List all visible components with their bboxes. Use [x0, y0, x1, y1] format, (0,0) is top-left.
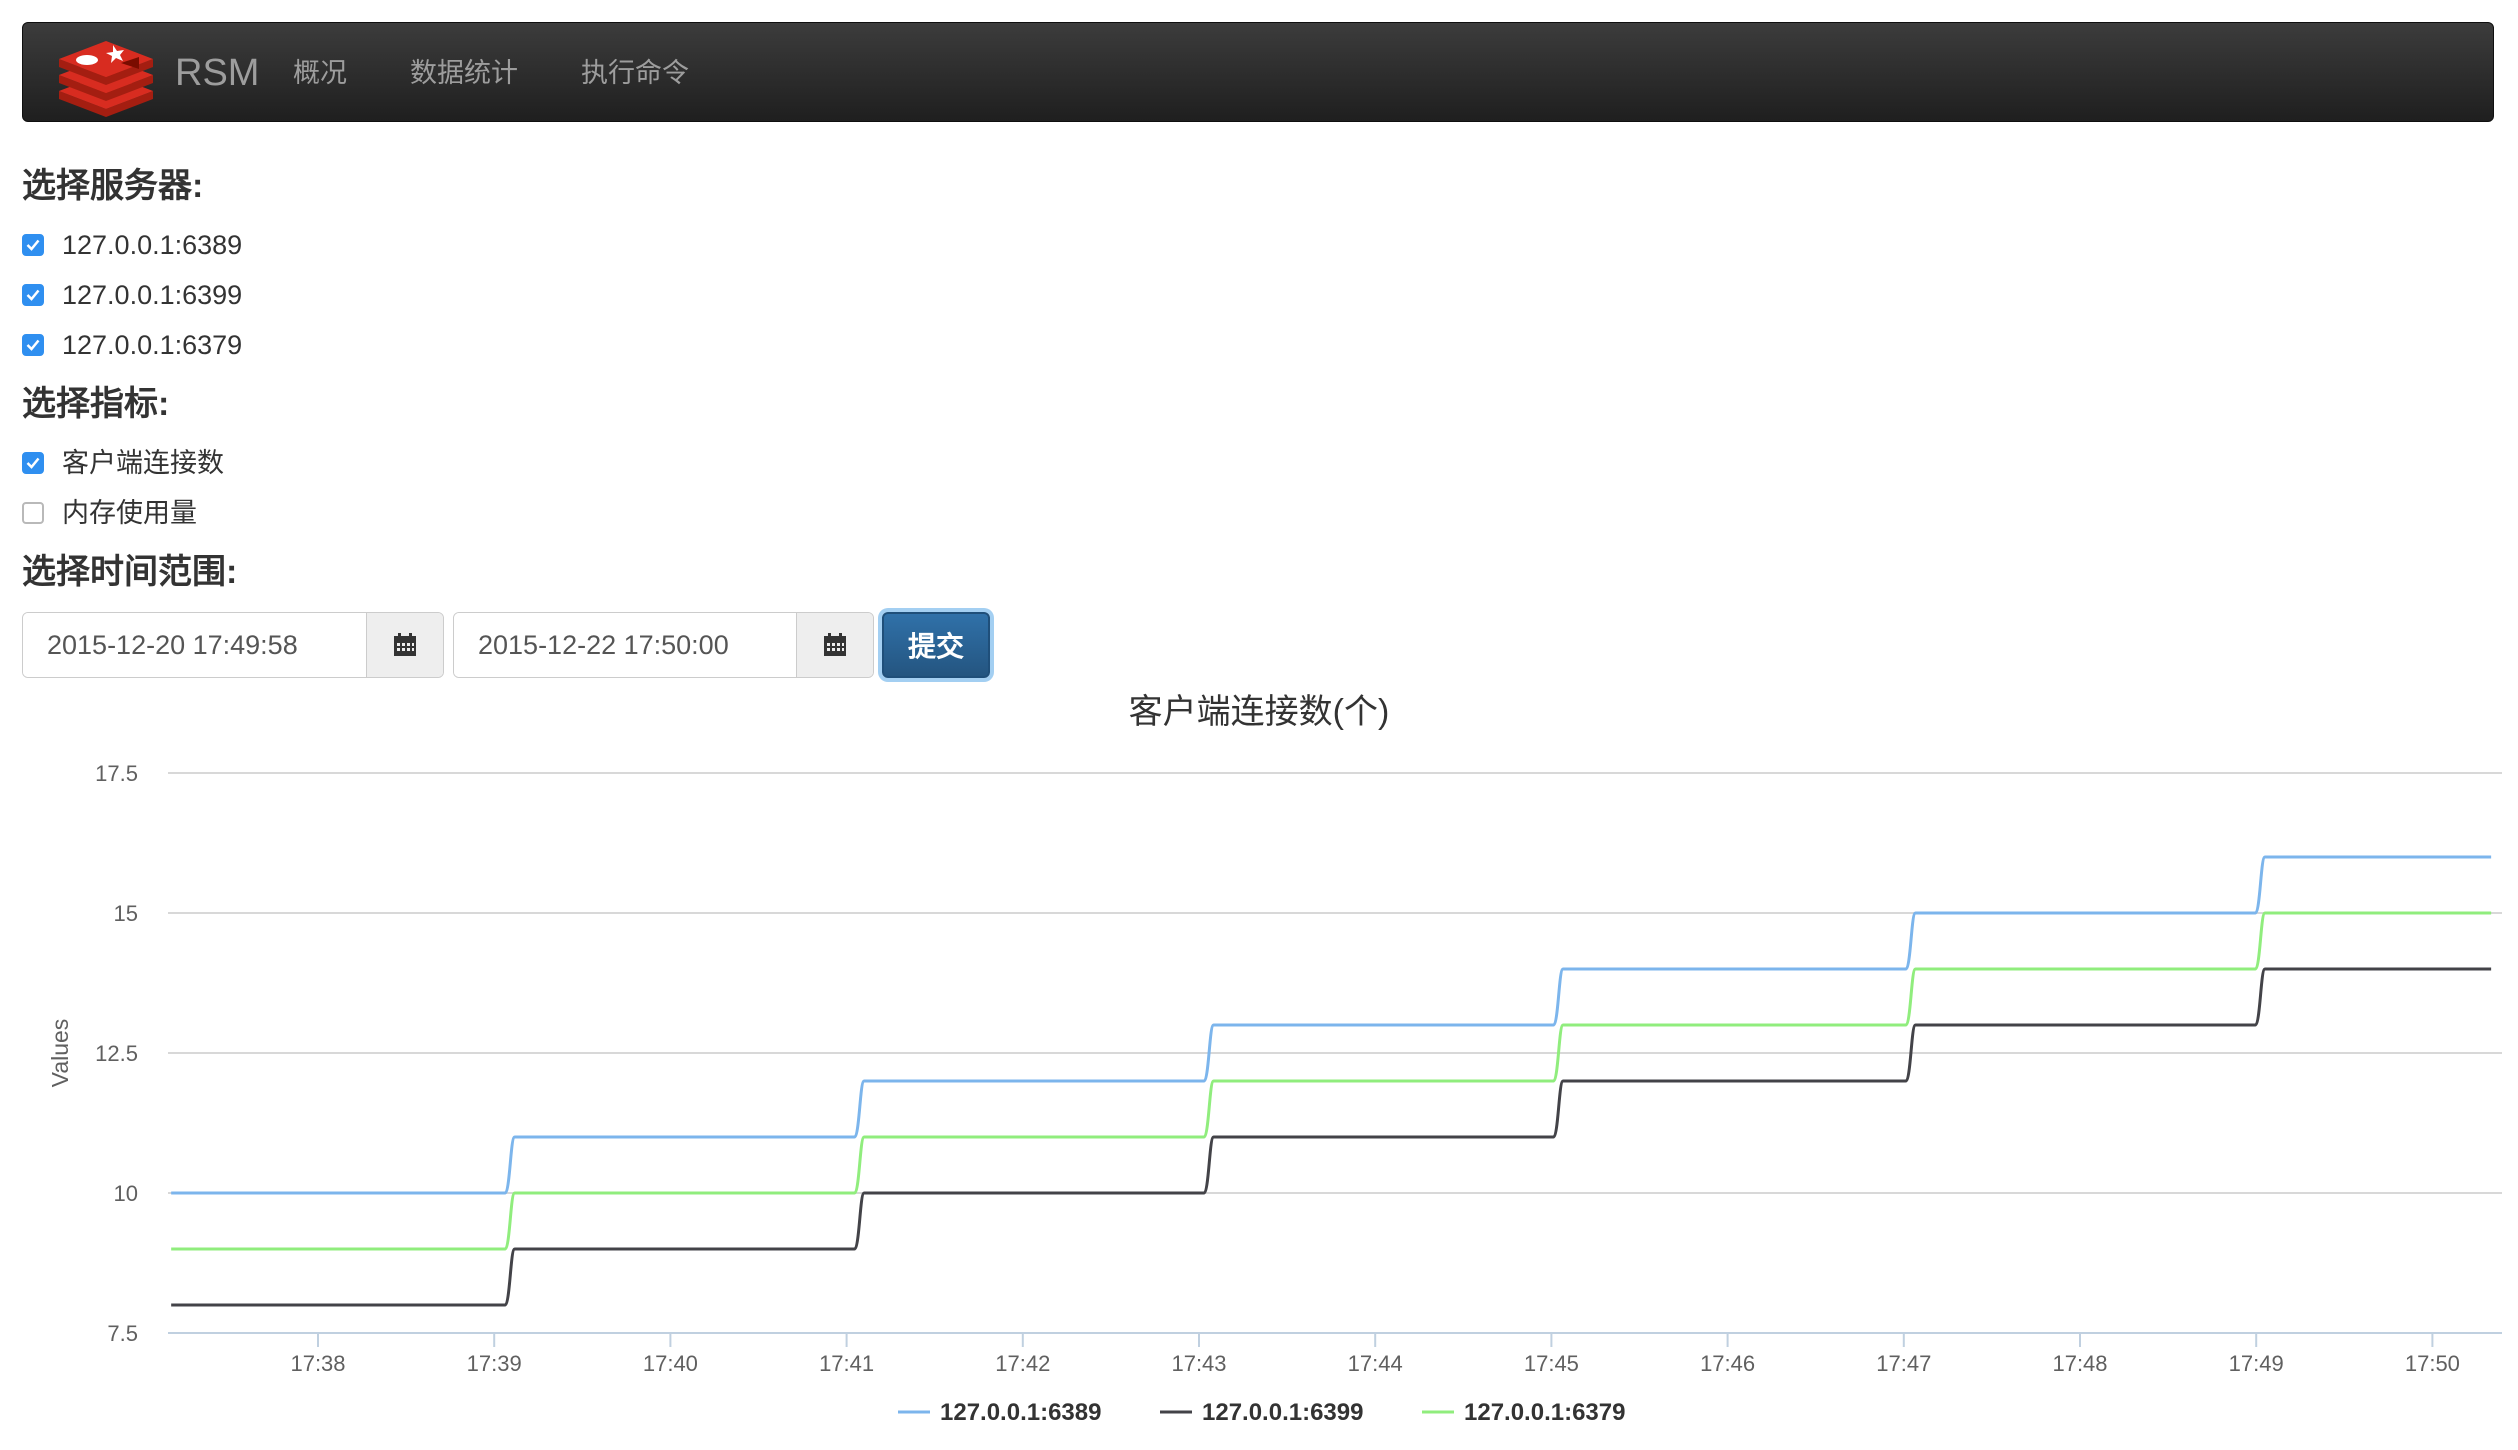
- brand-name[interactable]: RSM: [175, 51, 259, 95]
- x-tick-label: 17:38: [290, 1351, 345, 1376]
- server-label: 127.0.0.1:6389: [62, 230, 243, 260]
- server-option[interactable]: 127.0.0.1:6399: [22, 277, 242, 313]
- legend-label: 127.0.0.1:6379: [1464, 1399, 1625, 1426]
- metric-checkbox[interactable]: [22, 452, 44, 474]
- line-chart: 7.5 10 12.5 15 17.5 17:38 17:39 17:40 17:41 17:42…: [47, 761, 2502, 1426]
- nav-overview[interactable]: 概况: [293, 55, 347, 91]
- start-date-group: [22, 612, 444, 678]
- y-tick-label: 17.5: [95, 761, 138, 786]
- time-range-heading: 选择时间范围:: [22, 553, 238, 591]
- y-tick-label: 10: [114, 1181, 138, 1206]
- server-label: 127.0.0.1:6399: [62, 280, 243, 310]
- metric-option[interactable]: 客户端连接数: [22, 445, 224, 481]
- metric-option[interactable]: 内存使用量: [22, 495, 197, 531]
- server-checkbox[interactable]: [22, 284, 44, 306]
- metric-label: 内存使用量: [62, 498, 197, 528]
- x-tick-label: 17:39: [467, 1351, 522, 1376]
- x-tick-label: 17:41: [819, 1351, 874, 1376]
- y-tick-label: 12.5: [95, 1041, 138, 1066]
- metric-label: 客户端连接数: [62, 448, 224, 478]
- server-checkbox[interactable]: [22, 234, 44, 256]
- chart-title: 客户端连接数(个): [1128, 693, 1390, 731]
- end-date-group: [453, 612, 874, 678]
- server-option[interactable]: 127.0.0.1:6389: [22, 227, 242, 263]
- end-date-input[interactable]: [454, 613, 796, 677]
- y-axis-title: Values: [47, 1019, 73, 1088]
- server-option[interactable]: 127.0.0.1:6379: [22, 327, 242, 363]
- x-tick-label: 17:48: [2052, 1351, 2107, 1376]
- series-line: [171, 911, 2492, 1251]
- legend-label: 127.0.0.1:6389: [940, 1399, 1101, 1426]
- nav-execute-command[interactable]: 执行命令: [581, 55, 689, 91]
- calendar-icon[interactable]: [366, 613, 443, 677]
- calendar-icon[interactable]: [796, 613, 873, 677]
- metrics-heading: 选择指标:: [22, 385, 170, 423]
- server-checkbox[interactable]: [22, 334, 44, 356]
- x-tick-label: 17:49: [2229, 1351, 2284, 1376]
- x-tick-label: 17:43: [1171, 1351, 1226, 1376]
- x-tick-label: 17:45: [1524, 1351, 1579, 1376]
- x-tick-label: 17:44: [1348, 1351, 1403, 1376]
- nav-statistics[interactable]: 数据统计: [410, 55, 518, 91]
- y-tick-label: 7.5: [107, 1321, 138, 1346]
- servers-heading: 选择服务器:: [22, 167, 204, 205]
- legend-label: 127.0.0.1:6399: [1202, 1399, 1363, 1426]
- x-tick-label: 17:46: [1700, 1351, 1755, 1376]
- redis-logo-icon[interactable]: [51, 33, 161, 117]
- server-label: 127.0.0.1:6379: [62, 330, 243, 360]
- x-tick-label: 17:40: [643, 1351, 698, 1376]
- x-tick-label: 17:50: [2405, 1351, 2460, 1376]
- metric-checkbox[interactable]: [22, 502, 44, 524]
- top-navbar: RSM 概况 数据统计 执行命令: [22, 22, 2494, 122]
- y-tick-label: 15: [114, 901, 138, 926]
- submit-button[interactable]: 提交: [882, 612, 990, 678]
- x-tick-label: 17:42: [995, 1351, 1050, 1376]
- start-date-input[interactable]: [23, 613, 366, 677]
- x-tick-label: 17:47: [1876, 1351, 1931, 1376]
